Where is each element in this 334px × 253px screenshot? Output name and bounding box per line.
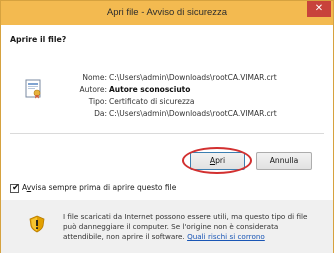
always-ask-label[interactable]: Avvisa sempre prima di aprire questo fil… xyxy=(22,183,176,192)
name-label: Nome: xyxy=(82,73,107,82)
security-warning-dialog: Apri file - Avviso di sicurezza ✕ Aprire… xyxy=(0,0,334,253)
divider xyxy=(10,133,324,134)
type-label: Tipo: xyxy=(88,97,107,106)
always-ask-checkbox[interactable]: ✔ xyxy=(10,183,20,193)
from-value: C:\Users\admin\Downloads\rootCA.VIMAR.cr… xyxy=(109,109,277,118)
close-icon: ✕ xyxy=(314,3,324,14)
checkmark-icon: ✔ xyxy=(12,183,20,193)
highlight-ring xyxy=(182,147,252,174)
window-title: Apri file - Avviso di sicurezza xyxy=(106,7,228,18)
name-value: C:\Users\admin\Downloads\rootCA.VIMAR.cr… xyxy=(109,73,277,82)
close-button[interactable]: ✕ xyxy=(307,1,331,17)
warning-message: I file scaricati da Internet possono ess… xyxy=(63,212,308,241)
author-value: Autore sconosciuto xyxy=(109,85,191,94)
security-shield-icon xyxy=(28,215,46,233)
cancel-button[interactable]: Annulla xyxy=(256,152,312,170)
author-label: Autore: xyxy=(79,85,107,94)
title-bar[interactable]: Apri file - Avviso di sicurezza ✕ xyxy=(1,1,333,25)
risk-info-link[interactable]: Quali rischi si corrono xyxy=(187,232,265,241)
label-rest: visa sempre prima di aprire questo file xyxy=(31,183,177,192)
from-label: Da: xyxy=(94,109,107,118)
warning-text: I file scaricati da Internet possono ess… xyxy=(63,212,321,242)
dialog-question: Aprire il file? xyxy=(10,35,67,44)
type-value: Certificato di sicurezza xyxy=(109,97,195,106)
